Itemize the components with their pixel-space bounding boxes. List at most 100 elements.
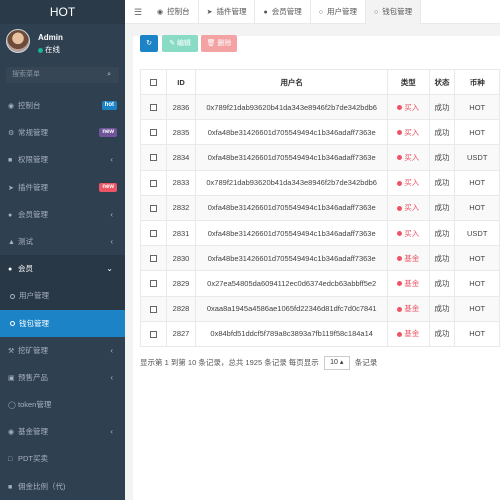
delete-button[interactable]: 🗑 删除: [201, 35, 237, 52]
delete-button-label: 删除: [217, 40, 232, 47]
table-header-row: ID 用户名 类型 状态 币种: [140, 69, 500, 95]
circle-icon: [10, 293, 15, 299]
new-badge: new: [99, 182, 117, 192]
menu-toggle-icon[interactable]: ☰: [131, 0, 145, 24]
tab-members[interactable]: ● 会员管理: [255, 0, 311, 24]
sidebar-item-presale[interactable]: ▣ 预售产品 ‹: [0, 364, 125, 391]
chevron-down-icon: ⌄: [106, 264, 113, 274]
token-icon: ◯: [8, 402, 16, 410]
select-all-checkbox[interactable]: [140, 69, 167, 95]
app-logo[interactable]: HOT: [0, 0, 125, 24]
table-row[interactable]: 2827 0x84bfd51ddcf5f789a8c3893a7fb119f58…: [140, 320, 500, 347]
sidebar-item-commission[interactable]: ■ 佣金比例（代): [0, 473, 125, 500]
cell-type-text: 基金: [404, 329, 420, 339]
row-checkbox[interactable]: [140, 270, 167, 297]
cell-coin: HOT: [454, 119, 500, 146]
sidebar-item-members[interactable]: ● 会员管理 ‹: [0, 201, 125, 228]
tab-dashboard[interactable]: ◉ 控制台: [149, 0, 199, 24]
row-checkbox[interactable]: [140, 219, 167, 247]
column-header-status[interactable]: 状态: [428, 69, 456, 95]
column-header-type[interactable]: 类型: [386, 69, 430, 95]
cell-type: 基金: [386, 245, 430, 272]
row-checkbox[interactable]: [140, 93, 167, 121]
table-row[interactable]: 2833 0x789f21dab93620b41da343e8946f2b7de…: [140, 169, 500, 196]
tab-wallet-manage[interactable]: ○ 钱包管理: [365, 0, 422, 24]
avatar[interactable]: [6, 29, 30, 53]
tab-label: 会员管理: [271, 7, 302, 16]
page-size-select[interactable]: 10 ▴: [323, 356, 350, 370]
checkbox-icon: [149, 179, 157, 187]
dashboard-icon: ◉: [8, 103, 15, 110]
sidebar-item-member[interactable]: ● 会员 ⌄: [0, 255, 125, 283]
row-checkbox[interactable]: [140, 144, 167, 171]
cell-status: 成功: [428, 119, 456, 146]
edit-button[interactable]: ✎ 编辑: [162, 35, 198, 52]
sidebar-item-label: token管理: [18, 400, 52, 410]
table-row[interactable]: 2836 0x789f21dab93620b41da343e8946f2b7de…: [140, 93, 500, 121]
sidebar-item-label: PDT买卖: [18, 454, 48, 464]
sidebar-item-dashboard[interactable]: ◉ 控制台 hot: [0, 92, 125, 119]
cell-type-text: 基金: [404, 304, 420, 314]
table-row[interactable]: 2828 0xaa8a1945a4586ae1065fd22346d81dfc7…: [140, 295, 500, 322]
row-checkbox[interactable]: [140, 320, 167, 347]
cell-username: 0xfa48be31426601d705549494c1b346adaff736…: [195, 194, 388, 221]
tab-addons[interactable]: ➤ 插件管理: [199, 0, 256, 24]
sidebar-item-test[interactable]: ▲ 测试 ‹: [0, 228, 125, 255]
sidebar-item-general[interactable]: ⚙ 常规管理 new: [0, 119, 125, 146]
column-header-username[interactable]: 用户名: [195, 69, 388, 95]
row-checkbox[interactable]: [140, 295, 167, 322]
table-row[interactable]: 2830 0xfa48be31426601d705549494c1b346ada…: [140, 245, 500, 272]
status-dot-icon: [397, 105, 403, 111]
row-checkbox[interactable]: [140, 194, 167, 221]
tab-label: 插件管理: [216, 7, 247, 16]
sidebar-item-label: 权限管理: [18, 155, 48, 165]
sidebar-item-auth[interactable]: ■ 权限管理 ‹: [0, 146, 125, 173]
cell-status: 成功: [428, 320, 456, 347]
dashboard-icon: ◉: [157, 9, 164, 16]
sidebar-item-user-manage[interactable]: 用户管理: [0, 282, 125, 310]
user-panel: Admin 在线: [0, 24, 125, 64]
search-icon[interactable]: ⌕: [107, 67, 111, 83]
cell-status: 成功: [428, 270, 456, 297]
caret-up-icon: ▴: [339, 359, 344, 366]
table-row[interactable]: 2834 0xfa48be31426601d705549494c1b346ada…: [140, 144, 500, 171]
checkbox-icon: [149, 204, 157, 212]
sidebar-item-addons[interactable]: ➤ 插件管理 new: [0, 174, 125, 201]
table-row[interactable]: 2831 0xfa48be31426601d705549494c1b346ada…: [140, 219, 500, 247]
cell-coin: HOT: [454, 295, 500, 322]
cell-type: 买入: [386, 93, 430, 121]
circle-icon: [10, 321, 15, 327]
tab-user-manage[interactable]: ○ 用户管理: [311, 0, 366, 24]
sidebar-item-fund[interactable]: ◉ 基金管理 ‹: [0, 418, 125, 445]
table-row[interactable]: 2835 0xfa48be31426601d705549494c1b346ada…: [140, 119, 500, 146]
table-row[interactable]: 2829 0x27ea54805da6094112ec0d6374edcb63a…: [140, 270, 500, 297]
checkbox-icon: [149, 129, 157, 137]
sidebar-item-label: 佣金比例（代): [18, 481, 66, 491]
sidebar-item-label: 测试: [18, 236, 33, 246]
sidebar-item-label: 插件管理: [18, 182, 48, 192]
cell-status: 成功: [428, 245, 456, 272]
refresh-button[interactable]: ↻: [140, 35, 158, 52]
column-header-coin[interactable]: 币种: [454, 69, 500, 95]
sidebar-item-pdt-trade[interactable]: □ PDT买卖: [0, 445, 125, 472]
sidebar-item-label: 挖矿管理: [18, 345, 48, 355]
chevron-left-icon: ‹: [110, 155, 113, 165]
rocket-icon: ➤: [206, 9, 213, 16]
checkbox-icon: [149, 230, 157, 238]
row-checkbox[interactable]: [140, 245, 167, 272]
status-dot-icon: [397, 231, 403, 237]
table-row[interactable]: 2832 0xfa48be31426601d705549494c1b346ada…: [140, 194, 500, 221]
cell-id: 2831: [165, 219, 197, 247]
cell-type: 买入: [386, 219, 430, 247]
sidebar-item-token[interactable]: ◯ token管理: [0, 391, 125, 418]
sidebar-item-mining[interactable]: ⚒ 挖矿管理 ‹: [0, 337, 125, 364]
sidebar-item-wallet-manage[interactable]: 钱包管理: [0, 309, 125, 337]
row-checkbox[interactable]: [140, 119, 167, 146]
page-size-value: 10: [330, 359, 338, 366]
cell-coin: HOT: [454, 245, 500, 272]
row-checkbox[interactable]: [140, 169, 167, 196]
menu-search-input[interactable]: 搜索菜单 ⌕: [6, 67, 119, 83]
cell-type: 买入: [386, 194, 430, 221]
column-header-id[interactable]: ID: [165, 69, 197, 95]
cell-coin: USDT: [454, 144, 500, 171]
